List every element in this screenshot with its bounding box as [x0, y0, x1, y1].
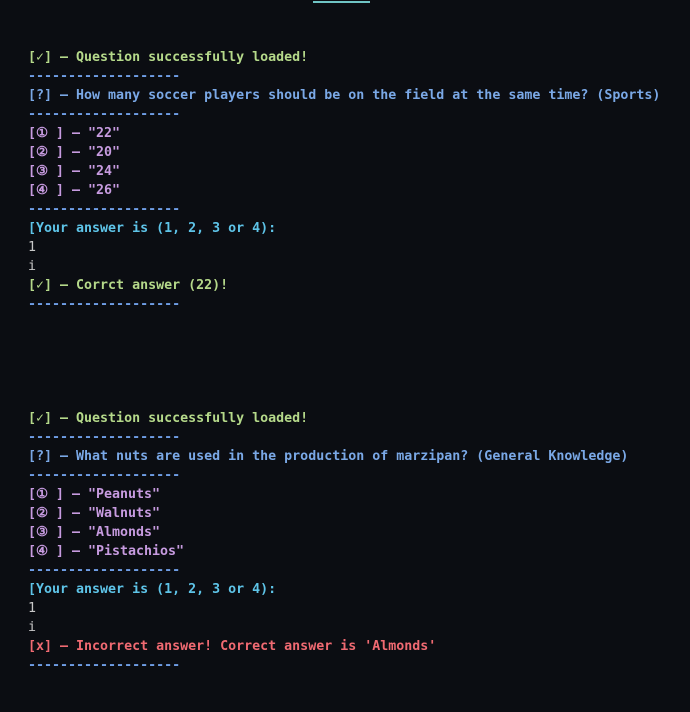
quiz-round-1: [✓] – Question successfully loaded! ----…: [28, 48, 690, 314]
user-input-line: i: [28, 259, 37, 274]
result-line-correct: [✓] – Corrct answer (22)!: [28, 278, 229, 293]
option-line-1: [① ] – "22": [28, 126, 120, 141]
separator-line: -------------------: [28, 297, 181, 312]
active-tab-indicator: [313, 1, 370, 3]
question-line: [?] – What nuts are used in the producti…: [28, 449, 629, 464]
separator-line: -------------------: [28, 107, 181, 122]
result-line-incorrect: [x] – Incorrect answer! Correct answer i…: [28, 639, 437, 654]
load-status-line: [✓] – Question successfully loaded!: [28, 411, 309, 426]
terminal-output: [✓] – Question successfully loaded! ----…: [28, 48, 690, 675]
question-line: [?] – How many soccer players should be …: [28, 88, 661, 103]
option-line-3: [③ ] – "Almonds": [28, 525, 161, 540]
option-line-4: [④ ] – "Pistachios": [28, 544, 185, 559]
separator-line: -------------------: [28, 202, 181, 217]
user-input-line: 1: [28, 601, 37, 616]
user-input-line: i: [28, 620, 37, 635]
answer-prompt: [Your answer is (1, 2, 3 or 4):: [28, 221, 277, 236]
option-line-2: [② ] – "20": [28, 145, 120, 160]
option-line-1: [① ] – "Peanuts": [28, 487, 161, 502]
blank-gap: [28, 314, 690, 409]
answer-prompt: [Your answer is (1, 2, 3 or 4):: [28, 582, 277, 597]
separator-line: -------------------: [28, 69, 181, 84]
option-line-2: [② ] – "Walnuts": [28, 506, 161, 521]
quiz-round-2: [✓] – Question successfully loaded! ----…: [28, 409, 690, 675]
separator-line: -------------------: [28, 658, 181, 673]
option-line-3: [③ ] – "24": [28, 164, 120, 179]
separator-line: -------------------: [28, 563, 181, 578]
separator-line: -------------------: [28, 468, 181, 483]
option-line-4: [④ ] – "26": [28, 183, 120, 198]
separator-line: -------------------: [28, 430, 181, 445]
user-input-line: 1: [28, 240, 37, 255]
load-status-line: [✓] – Question successfully loaded!: [28, 50, 309, 65]
